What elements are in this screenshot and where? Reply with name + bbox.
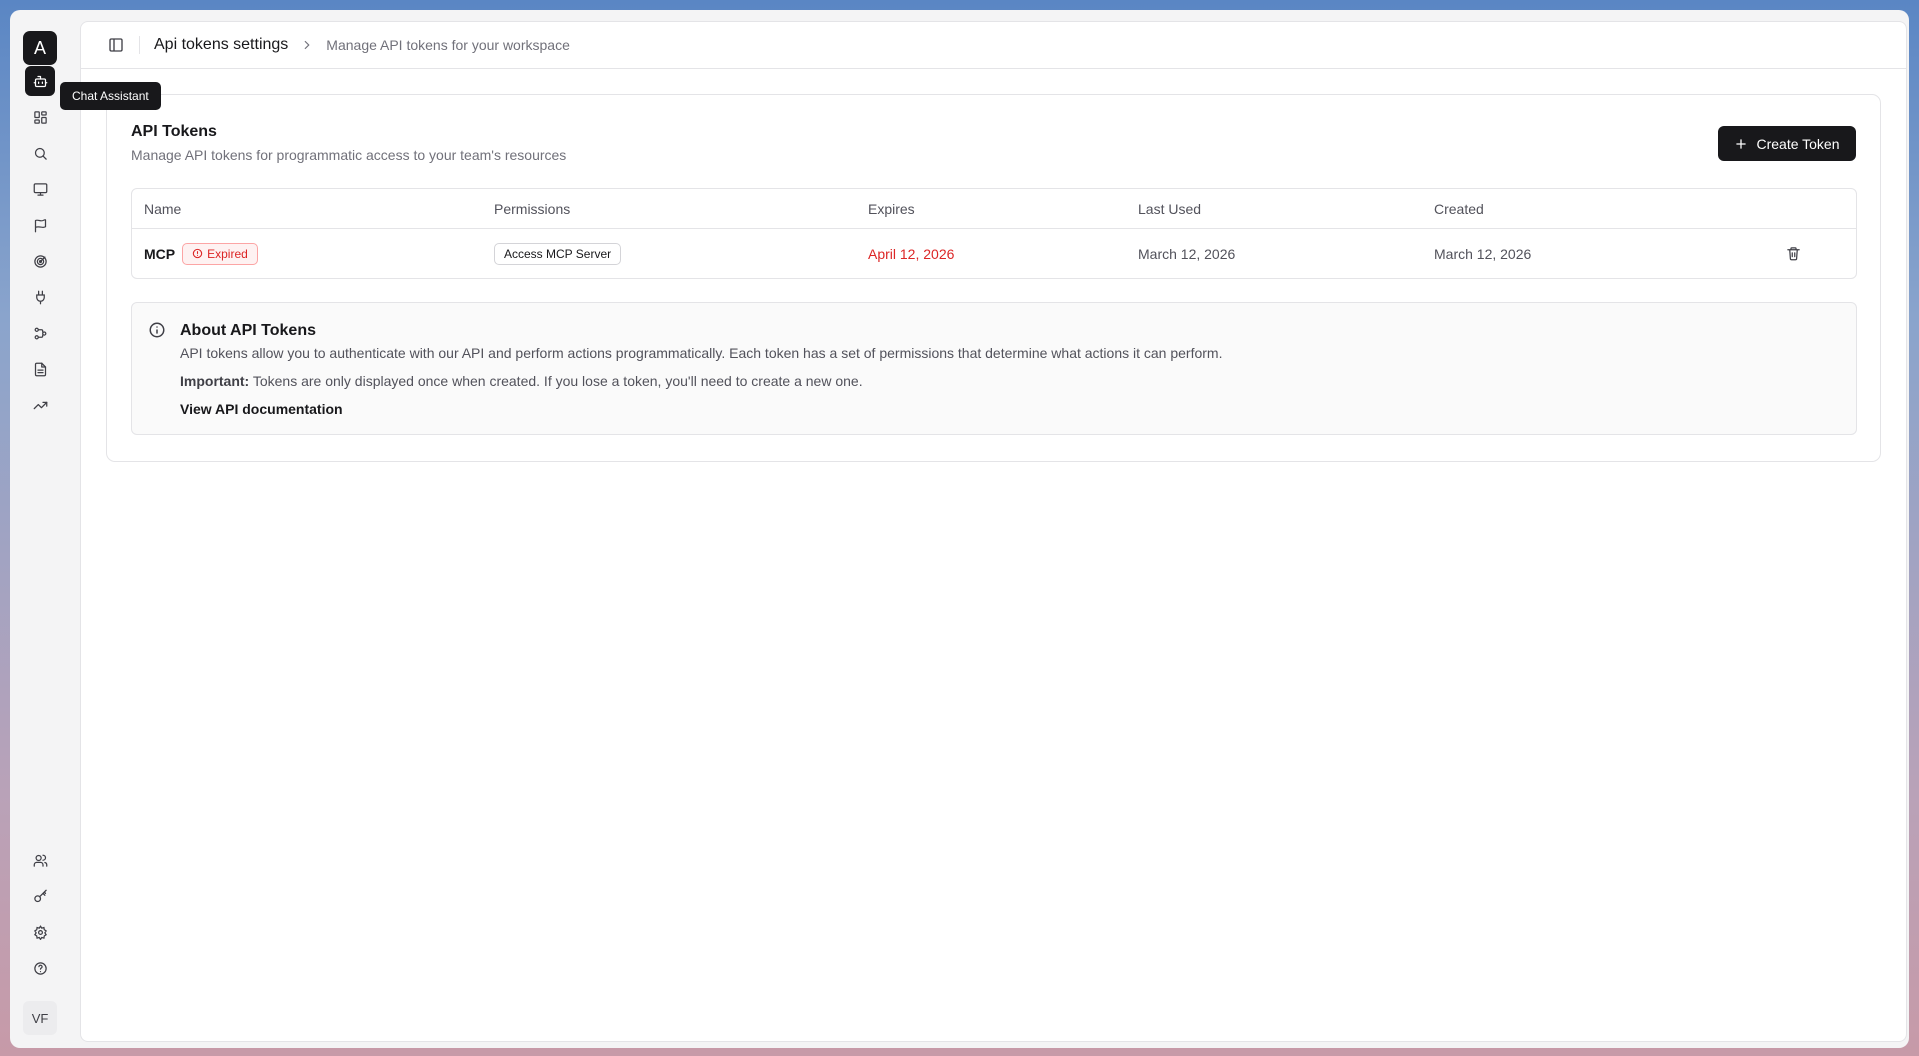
column-header-expires: Expires (868, 200, 915, 217)
nav-documents[interactable] (25, 354, 55, 384)
status-badge: Expired (182, 242, 258, 265)
flag-icon (34, 218, 46, 232)
settings-icon (33, 924, 47, 940)
panel-left-icon (109, 38, 123, 52)
nav-dashboard[interactable] (25, 102, 55, 132)
nav-help[interactable] (25, 953, 55, 983)
users-icon (33, 854, 47, 867)
card-title: API Tokens (131, 123, 217, 140)
table-header: Name Permissions Expires Last Used Creat… (132, 189, 1856, 229)
api-tokens-card: API Tokens Manage API tokens for program… (106, 94, 1881, 462)
info-icon (148, 321, 166, 344)
column-header-created: Created (1434, 200, 1484, 217)
about-title: About API Tokens (180, 322, 316, 339)
about-body: API tokens allow you to authenticate wit… (180, 345, 1223, 361)
workflow-icon (34, 327, 46, 339)
nav-settings[interactable] (25, 917, 55, 947)
nav-workflows[interactable] (25, 318, 55, 348)
created-cell: March 12, 2026 (1434, 245, 1532, 262)
column-header-permissions: Permissions (494, 200, 571, 217)
card-subtitle: Manage API tokens for programmatic acces… (131, 147, 567, 163)
trending-up-icon (33, 401, 47, 409)
column-header-last-used: Last Used (1138, 200, 1202, 217)
monitor-icon (33, 182, 47, 196)
nav-flags[interactable] (25, 210, 55, 240)
expires-cell: April 12, 2026 (868, 245, 955, 262)
delete-token-button[interactable] (1786, 229, 1801, 278)
alert-circle-icon (192, 248, 203, 259)
permission-badge: Access MCP Server (494, 242, 622, 265)
user-avatar[interactable]: VF (23, 1001, 57, 1035)
document-icon (34, 362, 46, 376)
app-window: A VF Api tokens settings Manage API toke… (10, 10, 1909, 1048)
radar-icon (33, 254, 47, 268)
create-token-button[interactable]: Create Token (1718, 126, 1856, 161)
main-content: Api tokens settings Manage API tokens fo… (80, 21, 1907, 1042)
token-name-cell: MCP Expired (144, 229, 258, 278)
table-row: MCP Expired Access MCP Server April 12, … (132, 229, 1856, 278)
token-name: MCP (144, 245, 176, 262)
tokens-table: Name Permissions Expires Last Used Creat… (131, 188, 1857, 279)
page-subtitle: Manage API tokens for your workspace (326, 37, 570, 53)
nav-search[interactable] (25, 138, 55, 168)
column-header-name: Name (144, 200, 182, 217)
help-icon (33, 961, 47, 975)
nav-chat-assistant[interactable] (25, 66, 55, 96)
dashboard-icon (33, 110, 47, 124)
top-bar: Api tokens settings Manage API tokens fo… (81, 22, 1906, 69)
nav-users[interactable] (25, 845, 55, 875)
last-used-cell: March 12, 2026 (1138, 245, 1236, 262)
sidebar: A VF (10, 10, 80, 1048)
tooltip: Chat Assistant (60, 82, 161, 110)
page-title: Api tokens settings (154, 36, 289, 53)
plug-icon (35, 290, 45, 304)
sidebar-toggle-button[interactable] (103, 32, 129, 58)
status-badge-label: Expired (207, 246, 248, 261)
key-icon (33, 889, 47, 902)
chevron-right-icon (300, 38, 314, 52)
nav-radar[interactable] (25, 246, 55, 276)
about-api-tokens-box: About API Tokens API tokens allow you to… (131, 302, 1857, 435)
nav-integrations[interactable] (25, 282, 55, 312)
view-api-docs-link[interactable]: View API documentation (180, 401, 343, 417)
trash-icon (1786, 246, 1801, 261)
nav-api-tokens[interactable] (25, 881, 55, 911)
nav-monitor[interactable] (25, 174, 55, 204)
important-text: Tokens are only displayed once when crea… (252, 373, 863, 389)
permissions-cell: Access MCP Server (494, 229, 622, 278)
search-icon (34, 147, 47, 160)
important-label: Important: (180, 373, 250, 389)
workspace-logo[interactable]: A (23, 31, 57, 65)
nav-analytics[interactable] (25, 390, 55, 420)
about-important-note: Important: Tokens are only displayed onc… (180, 373, 863, 389)
plus-icon (1736, 138, 1747, 149)
bot-icon (33, 75, 47, 87)
divider (139, 36, 140, 54)
create-token-label: Create Token (1756, 135, 1840, 152)
